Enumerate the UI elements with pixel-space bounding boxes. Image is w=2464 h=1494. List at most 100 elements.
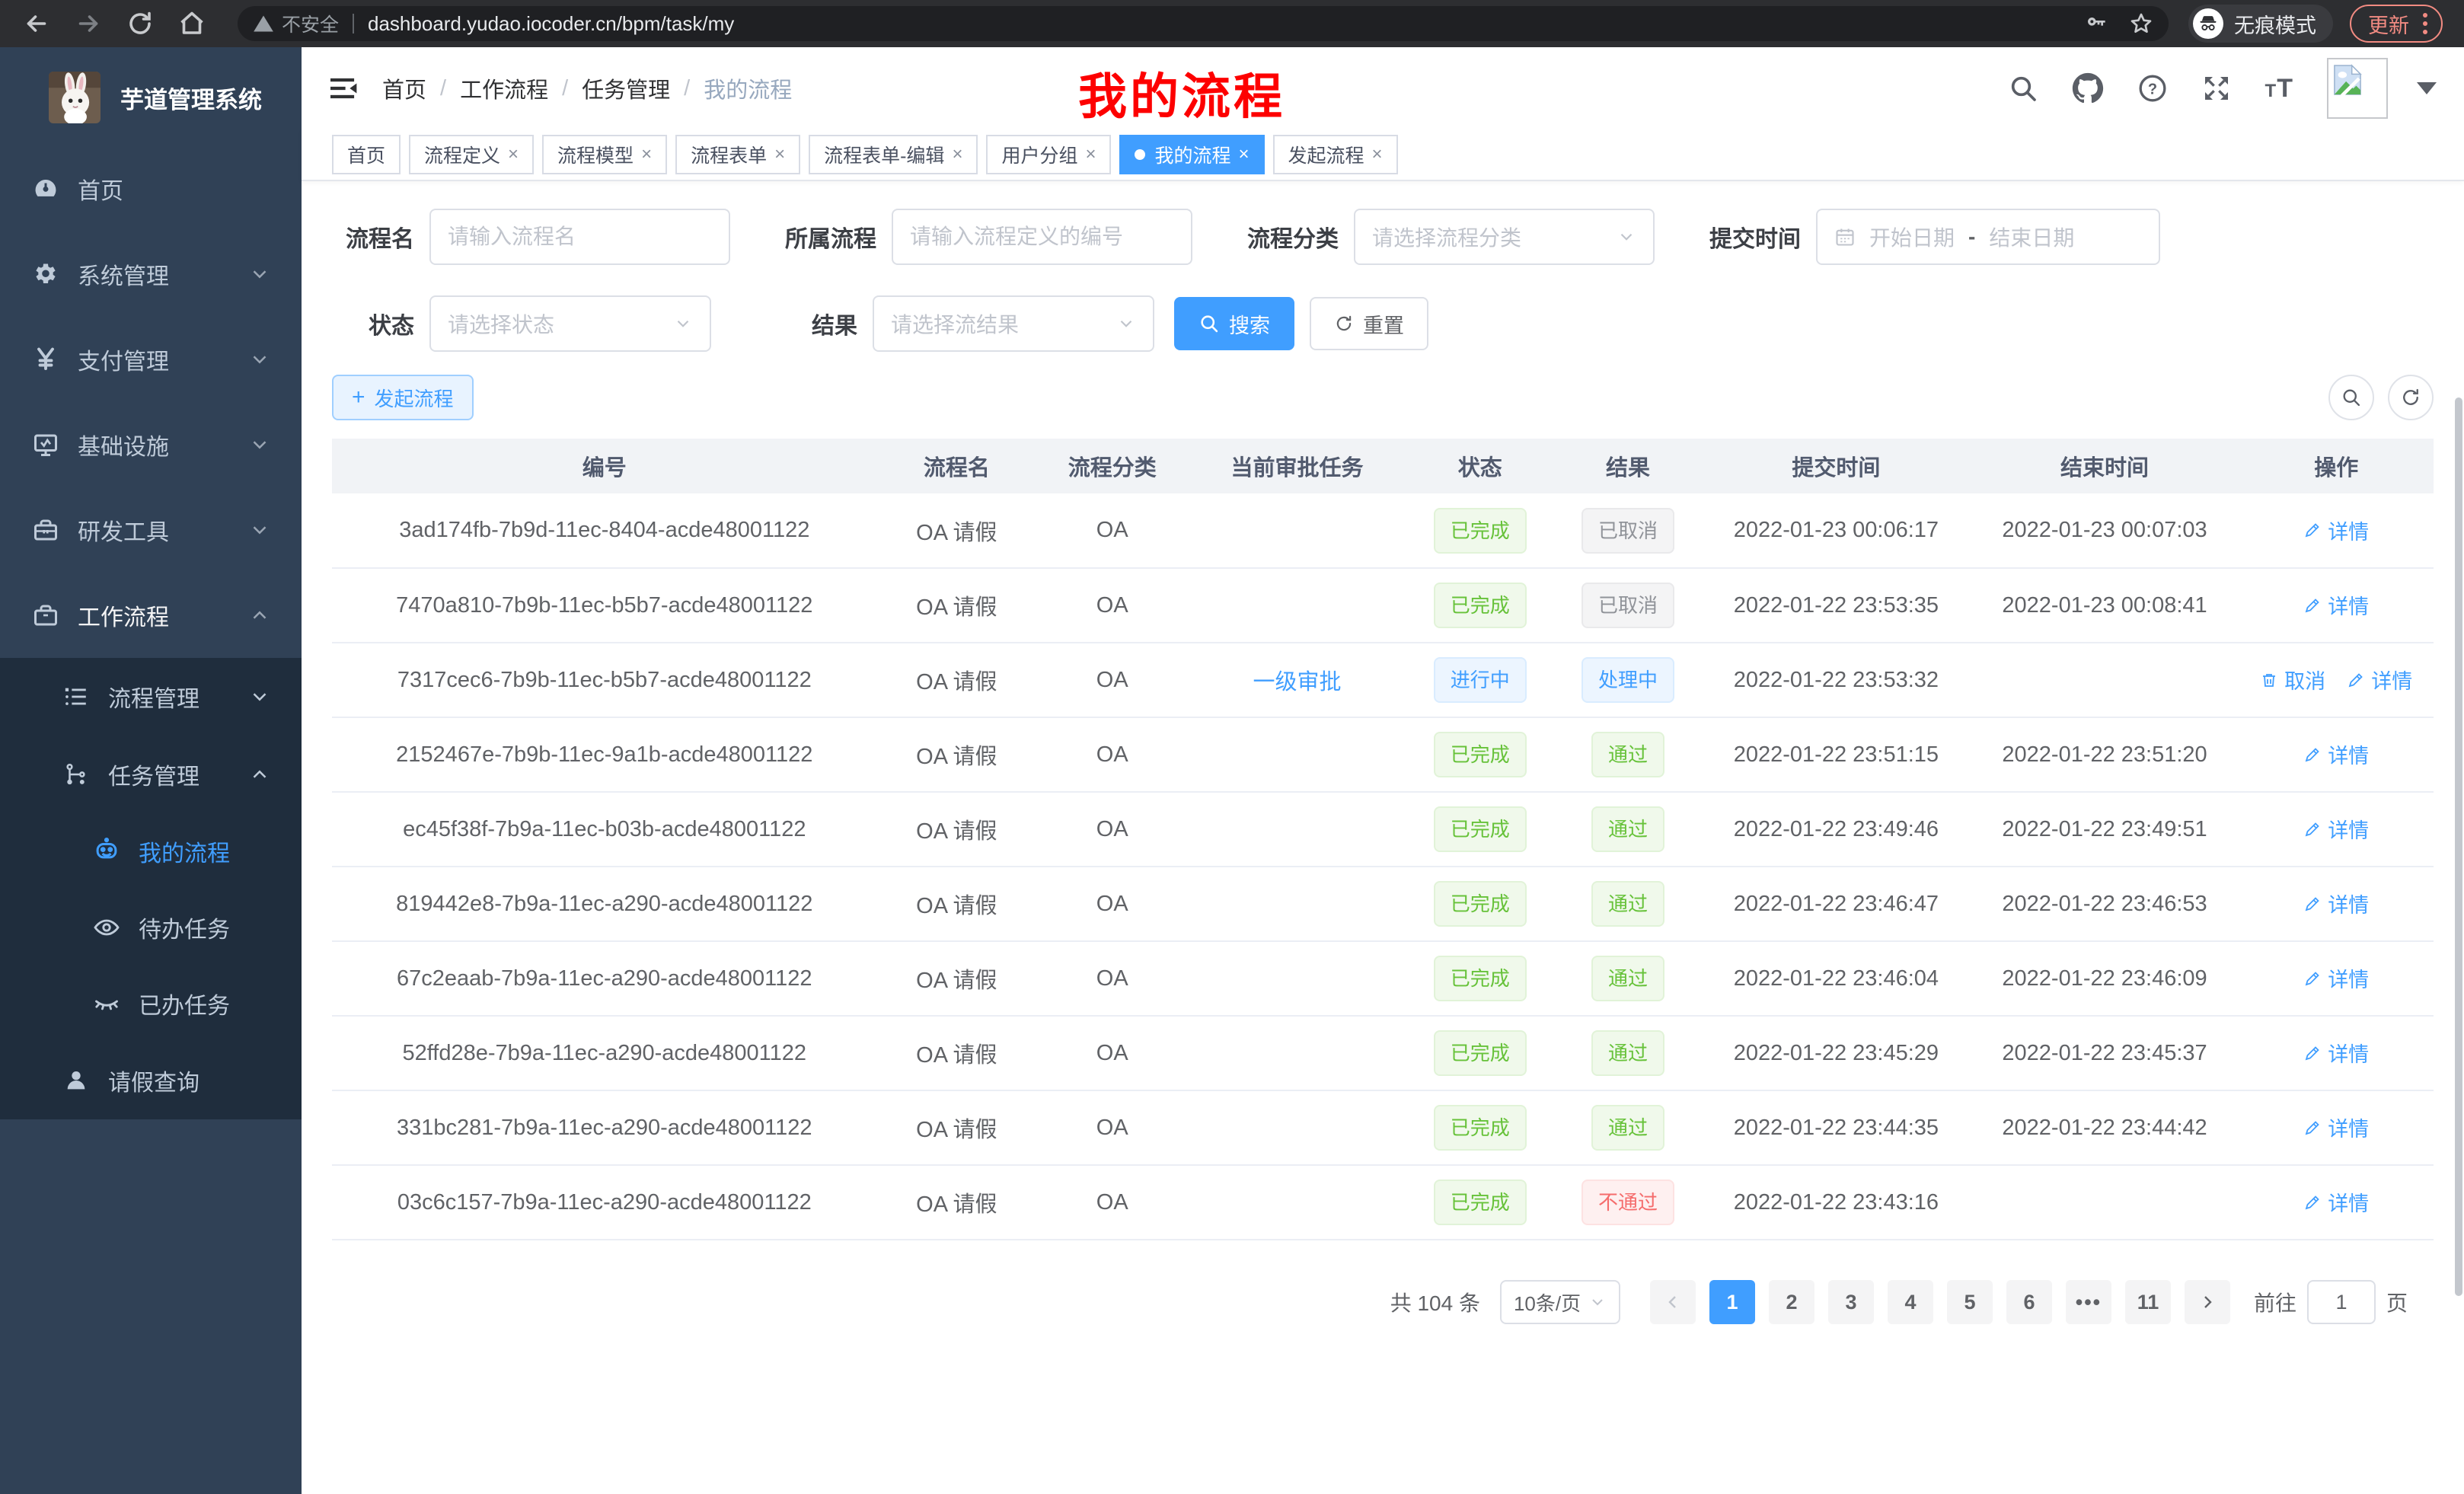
detail-button[interactable]: 详情 xyxy=(2303,1038,2369,1068)
sidebar-item-infra[interactable]: 基础设施 xyxy=(0,402,302,487)
detail-button[interactable]: 详情 xyxy=(2303,739,2369,769)
detail-button[interactable]: 详情 xyxy=(2303,516,2369,545)
detail-button[interactable]: 详情 xyxy=(2303,963,2369,993)
github-icon[interactable] xyxy=(2072,72,2104,104)
table-header-row: 编号 流程名 流程分类 当前审批任务 状态 结果 提交时间 结束时间 操作 xyxy=(332,439,2434,493)
page-button[interactable]: 4 xyxy=(1888,1280,1933,1324)
chevron-down-icon xyxy=(248,685,271,708)
bookmark-star-icon[interactable] xyxy=(2129,11,2153,36)
tab-start-process[interactable]: 发起流程× xyxy=(1273,135,1398,174)
calendar-icon xyxy=(1834,226,1856,247)
update-button[interactable]: 更新 xyxy=(2350,5,2443,43)
sidebar-item-system[interactable]: 系统管理 xyxy=(0,231,302,317)
chevron-down-icon xyxy=(673,314,693,334)
submit-time-range-picker[interactable]: 开始日期 - 结束日期 xyxy=(1816,209,2160,265)
key-icon[interactable] xyxy=(2085,11,2109,36)
sidebar-item-home[interactable]: 首页 xyxy=(0,146,302,231)
tab-process-form[interactable]: 流程表单× xyxy=(675,135,800,174)
tags-view: 首页 流程定义× 流程模型× 流程表单× 流程表单-编辑× 用户分组× 我的流程… xyxy=(302,129,2464,181)
chevron-down-icon xyxy=(1588,1293,1607,1311)
security-status[interactable]: 不安全 xyxy=(253,10,339,37)
breadcrumb-workflow[interactable]: 工作流程 xyxy=(460,72,548,104)
process-name-input[interactable] xyxy=(429,209,730,265)
current-task-link[interactable]: 一级审批 xyxy=(1253,670,1342,694)
more-pages-button[interactable]: ••• xyxy=(2066,1280,2111,1324)
detail-button[interactable]: 详情 xyxy=(2303,590,2369,620)
page-button[interactable]: 6 xyxy=(2006,1280,2052,1324)
reset-button[interactable]: 重置 xyxy=(1310,297,1428,350)
page-button[interactable]: 11 xyxy=(2125,1280,2171,1324)
reload-icon[interactable] xyxy=(125,8,155,39)
goto-page-input[interactable] xyxy=(2307,1280,2376,1324)
font-size-icon[interactable]: TT xyxy=(2265,74,2293,104)
parent-process-input[interactable] xyxy=(892,209,1192,265)
sidebar-item-label: 系统管理 xyxy=(78,257,248,291)
col-id: 编号 xyxy=(332,439,877,493)
sidebar-item-workflow[interactable]: 工作流程 xyxy=(0,573,302,658)
sidebar-item-payment[interactable]: 支付管理 xyxy=(0,317,302,402)
page-button[interactable]: 2 xyxy=(1769,1280,1814,1324)
result-select[interactable]: 请选择流结果 xyxy=(873,295,1154,352)
next-page-button[interactable] xyxy=(2185,1280,2230,1324)
tab-process-definition[interactable]: 流程定义× xyxy=(409,135,534,174)
tab-process-model[interactable]: 流程模型× xyxy=(542,135,667,174)
close-icon[interactable]: × xyxy=(1372,144,1383,165)
forward-icon[interactable] xyxy=(73,8,104,39)
sidebar-item-label: 工作流程 xyxy=(78,599,248,632)
prev-page-button[interactable] xyxy=(1650,1280,1696,1324)
close-icon[interactable]: × xyxy=(1085,144,1096,165)
table-search-toggle-button[interactable] xyxy=(2328,375,2374,420)
detail-button[interactable]: 详情 xyxy=(2303,814,2369,844)
page-size-select[interactable]: 10条/页 xyxy=(1500,1280,1620,1324)
kebab-menu-icon[interactable] xyxy=(2423,13,2427,34)
sidebar-item-task-mgmt[interactable]: 任务管理 xyxy=(0,736,302,813)
sidebar-item-process-mgmt[interactable]: 流程管理 xyxy=(0,658,302,736)
url-text[interactable]: dashboard.yudao.iocoder.cn/bpm/task/my xyxy=(368,12,2065,36)
tab-home[interactable]: 首页 xyxy=(332,135,401,174)
back-icon[interactable] xyxy=(21,8,52,39)
tab-user-group[interactable]: 用户分组× xyxy=(986,135,1111,174)
avatar[interactable] xyxy=(2327,58,2388,119)
detail-button[interactable]: 详情 xyxy=(2347,665,2412,694)
scrollbar[interactable] xyxy=(2455,397,2462,1296)
home-icon[interactable] xyxy=(177,8,207,39)
table-refresh-button[interactable] xyxy=(2388,375,2434,420)
collapse-sidebar-icon[interactable] xyxy=(329,75,359,102)
page-button[interactable]: 3 xyxy=(1828,1280,1874,1324)
close-icon[interactable]: × xyxy=(508,144,519,165)
svg-text:?: ? xyxy=(2147,81,2156,98)
search-button[interactable]: 搜索 xyxy=(1174,297,1294,350)
header-search-icon[interactable] xyxy=(2008,73,2038,104)
cancel-button[interactable]: 取消 xyxy=(2260,665,2325,694)
process-table: 编号 流程名 流程分类 当前审批任务 状态 结果 提交时间 结束时间 操作 3a… xyxy=(332,439,2434,1240)
page-button[interactable]: 5 xyxy=(1947,1280,1993,1324)
close-icon[interactable]: × xyxy=(952,144,962,165)
category-select[interactable]: 请选择流程分类 xyxy=(1354,209,1655,265)
sidebar-item-label: 流程管理 xyxy=(108,680,248,713)
breadcrumb-task-mgmt[interactable]: 任务管理 xyxy=(582,72,670,104)
breadcrumb-home[interactable]: 首页 xyxy=(382,72,426,104)
tab-my-process[interactable]: 我的流程× xyxy=(1119,135,1264,174)
help-icon[interactable]: ? xyxy=(2137,73,2168,104)
goto-unit: 页 xyxy=(2386,1287,2408,1317)
tab-process-form-edit[interactable]: 流程表单-编辑× xyxy=(809,135,978,174)
app-logo-row[interactable]: 芋道管理系统 xyxy=(0,47,302,146)
address-bar[interactable]: 不安全 dashboard.yudao.iocoder.cn/bpm/task/… xyxy=(238,6,2169,41)
sidebar-item-my-process[interactable]: 我的流程 xyxy=(0,813,302,889)
detail-button[interactable]: 详情 xyxy=(2303,1113,2369,1142)
sidebar-item-devtools[interactable]: 研发工具 xyxy=(0,487,302,573)
fullscreen-icon[interactable] xyxy=(2201,73,2232,104)
sidebar-item-leave-query[interactable]: 请假查询 xyxy=(0,1042,302,1119)
close-icon[interactable]: × xyxy=(1239,144,1250,165)
incognito-label: 无痕模式 xyxy=(2234,9,2316,39)
detail-button[interactable]: 详情 xyxy=(2303,889,2369,918)
close-icon[interactable]: × xyxy=(774,144,785,165)
avatar-dropdown-caret[interactable] xyxy=(2417,82,2437,94)
create-process-button[interactable]: + 发起流程 xyxy=(332,375,474,420)
detail-button[interactable]: 详情 xyxy=(2303,1187,2369,1217)
close-icon[interactable]: × xyxy=(641,144,652,165)
status-select[interactable]: 请选择状态 xyxy=(429,295,711,352)
sidebar-item-todo-tasks[interactable]: 待办任务 xyxy=(0,889,302,966)
page-button[interactable]: 1 xyxy=(1709,1280,1755,1324)
sidebar-item-done-tasks[interactable]: 已办任务 xyxy=(0,966,302,1042)
